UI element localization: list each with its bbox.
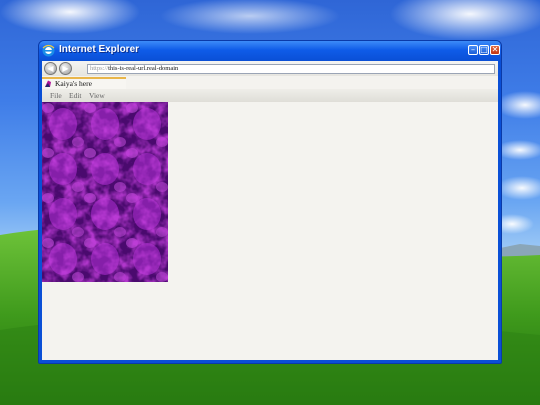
minimize-icon: –	[471, 45, 475, 54]
tab-active[interactable]: Kaiya's here	[42, 77, 126, 89]
window-title: Internet Explorer	[59, 44, 140, 55]
back-button[interactable]: ◀	[44, 62, 57, 75]
maximize-button[interactable]: □	[479, 45, 489, 55]
purple-texture-image	[42, 102, 168, 282]
minimize-button[interactable]: –	[468, 45, 478, 55]
browser-frame: ◀ ▶ https://this-is-real-url.real-domain…	[42, 61, 498, 360]
purple-texture-graphic	[42, 102, 168, 282]
address-bar: ◀ ▶ https://this-is-real-url.real-domain	[42, 61, 498, 76]
url-scheme: https://	[90, 65, 109, 72]
menu-edit[interactable]: Edit	[69, 89, 82, 102]
internet-explorer-icon	[42, 44, 55, 57]
page-content	[42, 102, 498, 360]
menu-file[interactable]: File	[50, 89, 62, 102]
arrow-left-icon: ◀	[47, 64, 54, 73]
tab-strip: Kaiya's here	[42, 77, 498, 89]
url-host: this-is-real-url.real-domain	[108, 65, 179, 72]
url-input[interactable]: https://this-is-real-url.real-domain	[87, 64, 495, 74]
browser-window: Internet Explorer – □ ✕ ◀ ▶ https://this…	[38, 40, 502, 364]
menu-bar: File Edit View	[42, 89, 498, 103]
arrow-right-icon: ▶	[62, 64, 69, 73]
close-icon: ✕	[491, 45, 499, 54]
site-favicon-icon	[45, 80, 51, 87]
close-button[interactable]: ✕	[490, 45, 500, 55]
title-bar[interactable]: Internet Explorer – □ ✕	[39, 41, 501, 61]
forward-button[interactable]: ▶	[59, 62, 72, 75]
maximize-icon: □	[480, 45, 488, 54]
menu-view[interactable]: View	[89, 89, 105, 102]
tab-title: Kaiya's here	[55, 79, 92, 88]
